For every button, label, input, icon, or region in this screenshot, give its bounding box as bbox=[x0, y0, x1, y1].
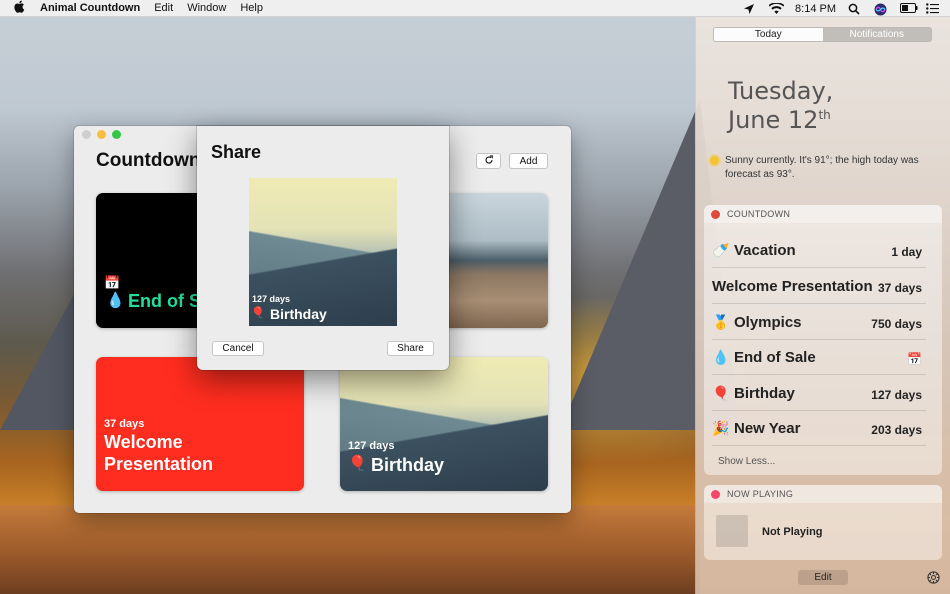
add-button[interactable]: Add bbox=[509, 153, 548, 169]
balloon-icon: 🎈 bbox=[348, 455, 367, 472]
row-name: End of Sale bbox=[734, 349, 816, 366]
menu-help[interactable]: Help bbox=[240, 2, 263, 14]
row-name: Vacation bbox=[734, 242, 796, 259]
baby-bottle-icon: 🍼 bbox=[712, 242, 730, 258]
countdown-row-welcome-presentation[interactable]: Welcome Presentation 37 days bbox=[712, 269, 926, 304]
widget-title: COUNTDOWN bbox=[727, 209, 791, 219]
minimize-window-button[interactable] bbox=[97, 130, 106, 139]
calendar-icon: 📅 bbox=[907, 352, 922, 366]
album-art-placeholder bbox=[716, 515, 748, 547]
row-value: 127 days bbox=[871, 388, 922, 402]
calendar-icon: 📅 bbox=[104, 275, 121, 290]
droplet-icon: 💧 bbox=[712, 349, 730, 365]
menu-bar: Animal Countdown Edit Window Help 8:14 P… bbox=[0, 0, 950, 17]
refresh-icon bbox=[484, 154, 494, 168]
row-value: 37 days bbox=[877, 281, 922, 295]
date-month-day: June 12 bbox=[728, 106, 819, 134]
countdown-card-welcome-presentation[interactable]: 37 days Welcome Presentation bbox=[96, 357, 304, 491]
notification-center-icon[interactable] bbox=[926, 2, 940, 15]
card-days: 127 days bbox=[348, 440, 395, 452]
preview-name: Birthday bbox=[270, 306, 327, 322]
window-controls bbox=[82, 130, 121, 139]
menu-edit[interactable]: Edit bbox=[154, 2, 173, 14]
countdown-widget-header: COUNTDOWN bbox=[704, 205, 942, 223]
balloon-icon: 🎈 bbox=[712, 385, 730, 401]
now-playing-widget: NOW PLAYING Not Playing bbox=[704, 485, 942, 560]
date-day: June 12th bbox=[728, 106, 831, 134]
siri-icon[interactable] bbox=[874, 3, 888, 15]
row-value: 750 days bbox=[871, 317, 922, 331]
countdown-app-icon bbox=[711, 209, 720, 219]
gear-icon[interactable] bbox=[927, 571, 940, 584]
wifi-icon[interactable] bbox=[768, 1, 785, 15]
music-app-icon bbox=[711, 489, 720, 499]
share-sheet: Share 127 days 🎈 Birthday Cancel Share bbox=[197, 126, 449, 370]
balloon-icon: 🎈 bbox=[251, 307, 265, 319]
window-title: Countdown bbox=[96, 150, 201, 171]
cancel-button[interactable]: Cancel bbox=[212, 341, 264, 356]
share-button[interactable]: Share bbox=[387, 341, 434, 356]
battery-icon[interactable] bbox=[900, 2, 918, 15]
countdown-row-end-of-sale[interactable]: 💧 End of Sale 📅 bbox=[712, 340, 926, 375]
location-arrow-icon[interactable] bbox=[743, 3, 757, 15]
show-less-link[interactable]: Show Less... bbox=[718, 456, 775, 467]
tab-notifications[interactable]: Notifications bbox=[822, 28, 931, 41]
date-weekday: Tuesday, bbox=[728, 77, 834, 105]
apple-menu-icon[interactable] bbox=[14, 0, 32, 16]
party-popper-icon: 🎉 bbox=[712, 420, 730, 436]
app-name-menu[interactable]: Animal Countdown bbox=[40, 2, 140, 14]
card-name: Welcome Presentation bbox=[104, 432, 214, 474]
nc-edit-button[interactable]: Edit bbox=[798, 570, 848, 585]
close-window-button[interactable] bbox=[82, 130, 91, 139]
row-value: 203 days bbox=[871, 423, 922, 437]
countdown-row-birthday[interactable]: 🎈 Birthday 127 days bbox=[712, 376, 926, 411]
now-playing-widget-header: NOW PLAYING bbox=[704, 485, 942, 503]
wallpaper-lake bbox=[0, 505, 700, 594]
sun-icon bbox=[710, 156, 719, 165]
card-name: Birthday bbox=[371, 455, 445, 475]
droplet-icon: 💧 bbox=[106, 292, 125, 309]
weather-text: Sunny currently. It's 91°; the high toda… bbox=[725, 155, 919, 180]
widget-title: NOW PLAYING bbox=[727, 489, 794, 499]
card-days: 37 days bbox=[104, 418, 145, 430]
refresh-button[interactable] bbox=[476, 153, 501, 169]
preview-days: 127 days bbox=[252, 294, 291, 304]
row-name: New Year bbox=[734, 420, 801, 437]
notification-center-panel: Today Notifications Tuesday, June 12th S… bbox=[695, 17, 950, 594]
countdown-row-olympics[interactable]: 🥇 Olympics 750 days bbox=[712, 305, 926, 340]
countdown-row-vacation[interactable]: 🍼 Vacation 1 day bbox=[712, 233, 926, 268]
medal-icon: 🥇 bbox=[712, 314, 730, 330]
weather-summary: Sunny currently. It's 91°; the high toda… bbox=[710, 154, 940, 182]
share-preview-image: 127 days 🎈 Birthday bbox=[249, 178, 397, 326]
spotlight-search-icon[interactable] bbox=[848, 3, 862, 15]
share-sheet-title: Share bbox=[211, 142, 262, 162]
card-name: End of S bbox=[128, 291, 201, 311]
row-name: Birthday bbox=[734, 385, 795, 402]
date-suffix: th bbox=[818, 108, 831, 122]
row-name: Welcome Presentation bbox=[712, 278, 873, 295]
row-value: 1 day bbox=[891, 245, 922, 259]
zoom-window-button[interactable] bbox=[112, 130, 121, 139]
menubar-clock[interactable]: 8:14 PM bbox=[795, 3, 836, 15]
row-name: Olympics bbox=[734, 314, 802, 331]
countdown-card-birthday[interactable]: 127 days 🎈 Birthday bbox=[340, 357, 548, 491]
now-playing-status: Not Playing bbox=[762, 526, 823, 538]
menu-window[interactable]: Window bbox=[187, 2, 226, 14]
countdown-row-new-year[interactable]: 🎉 New Year 203 days bbox=[712, 411, 926, 446]
tab-today[interactable]: Today bbox=[714, 28, 823, 41]
nc-tab-control: Today Notifications bbox=[713, 27, 932, 42]
